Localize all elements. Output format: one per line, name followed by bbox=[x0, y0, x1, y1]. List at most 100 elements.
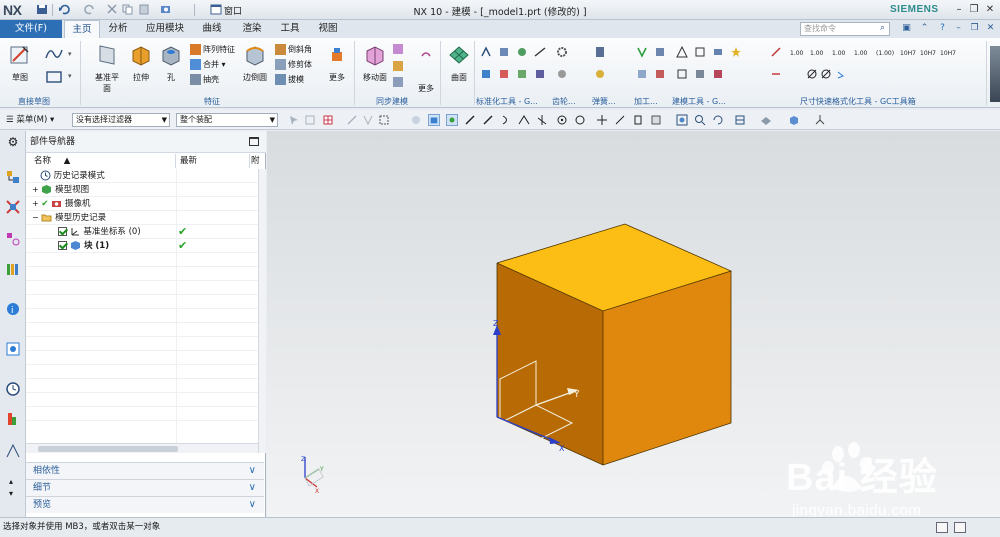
clock-icon[interactable] bbox=[5, 381, 21, 397]
chevron-down-icon[interactable]: ▾ bbox=[68, 50, 72, 58]
rotate-view-icon[interactable] bbox=[712, 114, 724, 126]
std-tool-icon[interactable] bbox=[534, 46, 546, 58]
fit-view-icon[interactable] bbox=[676, 114, 688, 126]
star-icon[interactable] bbox=[730, 46, 742, 58]
offset-region-icon[interactable] bbox=[392, 60, 404, 72]
edge-select-icon[interactable] bbox=[464, 114, 476, 126]
snap-option-icon[interactable] bbox=[650, 114, 662, 126]
tab-home[interactable]: 主页 bbox=[64, 20, 100, 38]
constraint-navigator-icon[interactable] bbox=[5, 199, 21, 215]
panel-preview[interactable]: 预览 ∨ bbox=[26, 496, 264, 513]
tab-curve[interactable]: 曲线 bbox=[196, 20, 228, 38]
tab-analysis[interactable]: 分析 bbox=[102, 20, 134, 38]
std-tool-icon[interactable] bbox=[480, 46, 492, 58]
tree-item-model-views[interactable]: + 模型视图 bbox=[26, 183, 258, 197]
intersection-snap-icon[interactable] bbox=[536, 114, 548, 126]
tree-item-model-history[interactable]: − 模型历史记录 bbox=[26, 211, 258, 225]
draft-button[interactable]: 拔模 bbox=[275, 73, 304, 86]
modeling-tool-icon[interactable] bbox=[676, 68, 688, 80]
select-tool-icon[interactable] bbox=[378, 114, 390, 126]
pattern-feature-button[interactable]: 阵列特征 bbox=[190, 43, 235, 56]
column-header-extra[interactable]: 附 bbox=[250, 154, 260, 168]
dimension-tool-icon[interactable] bbox=[770, 68, 782, 80]
part-navigator-icon[interactable] bbox=[5, 231, 21, 247]
assembly-navigator-icon[interactable] bbox=[5, 169, 21, 185]
help-panel-icon[interactable]: ▣ bbox=[900, 22, 913, 35]
hole-button[interactable]: 孔 bbox=[156, 43, 186, 83]
sketch-rectangle-icon[interactable] bbox=[44, 69, 64, 85]
std-tool-icon[interactable] bbox=[498, 68, 510, 80]
expand-icon[interactable]: + bbox=[32, 199, 39, 208]
sketch-curve-icon[interactable] bbox=[44, 46, 64, 62]
close-icon[interactable]: ✕ bbox=[983, 3, 997, 16]
std-tool-icon[interactable] bbox=[480, 68, 492, 80]
midpoint-snap-icon[interactable] bbox=[518, 114, 530, 126]
expand-icon[interactable]: + bbox=[32, 185, 39, 194]
scrollbar-thumb[interactable] bbox=[38, 446, 178, 452]
modeling-tool-icon[interactable] bbox=[712, 46, 724, 58]
modeling-tool-icon[interactable] bbox=[712, 68, 724, 80]
triangle-icon[interactable] bbox=[676, 46, 688, 58]
machining-icon[interactable] bbox=[636, 68, 648, 80]
minimize-icon[interactable]: – bbox=[952, 3, 966, 16]
replace-face-icon[interactable] bbox=[392, 43, 404, 55]
chamfer-button[interactable]: 倒斜角 bbox=[275, 43, 312, 56]
dimension-format-icons[interactable]: 1.00 1.00 1.00 1.00 (1.00) 10H7 10H7 10H7 bbox=[790, 46, 960, 58]
modeling-tool-icon[interactable] bbox=[694, 68, 706, 80]
shaded-cube-icon[interactable] bbox=[788, 114, 800, 126]
curve-select-icon[interactable] bbox=[482, 114, 494, 126]
reuse-library-icon[interactable] bbox=[5, 261, 21, 277]
move-face-button[interactable]: 移动面 bbox=[360, 43, 390, 83]
system-scenes-icon[interactable] bbox=[5, 443, 21, 459]
point-snap-icon[interactable] bbox=[596, 114, 608, 126]
history-palette-icon[interactable] bbox=[5, 341, 21, 357]
web-browser-icon[interactable]: i bbox=[5, 301, 21, 317]
unite-button[interactable]: 合并 ▾ bbox=[190, 58, 226, 71]
gear-icon[interactable] bbox=[556, 68, 568, 80]
type-filter-select[interactable]: 没有选择过滤器 ▼ bbox=[72, 113, 170, 127]
help-icon[interactable]: ? bbox=[936, 22, 949, 35]
tree-item-history-mode[interactable]: 历史记录模式 bbox=[26, 169, 258, 183]
surface-button[interactable]: 曲面 bbox=[444, 43, 474, 83]
menu-button[interactable]: ☰ 菜单(M) ▾ bbox=[6, 113, 54, 125]
collapse-icon[interactable]: − bbox=[32, 213, 39, 222]
face-select-icon[interactable] bbox=[446, 114, 458, 126]
tab-render[interactable]: 渲染 bbox=[236, 20, 268, 38]
select-tool-icon[interactable] bbox=[410, 114, 422, 126]
machining-icon[interactable] bbox=[636, 46, 648, 58]
tangent-snap-icon[interactable] bbox=[614, 114, 626, 126]
vertical-scrollbar[interactable] bbox=[258, 169, 266, 453]
panel-dependencies[interactable]: 相依性 ∨ bbox=[26, 462, 264, 479]
diameter-icons[interactable] bbox=[806, 68, 846, 80]
more-sync-button[interactable]: 更多 bbox=[418, 82, 434, 95]
restore-icon[interactable]: ❐ bbox=[967, 3, 981, 16]
zoom-icon[interactable] bbox=[694, 114, 706, 126]
center-snap-icon[interactable] bbox=[556, 114, 568, 126]
orient-view-icon[interactable] bbox=[734, 114, 746, 126]
std-tool-icon[interactable] bbox=[534, 68, 546, 80]
render-style-icon[interactable] bbox=[760, 114, 772, 126]
view-triad-icon[interactable] bbox=[814, 114, 826, 126]
datum-plane-button[interactable]: 基准平面 bbox=[92, 43, 122, 94]
machining-icon[interactable] bbox=[654, 46, 666, 58]
tree-item-datum-csys[interactable]: 基准坐标系 (0) ✔ bbox=[26, 225, 258, 239]
edge-blend-button[interactable]: 边倒圆 bbox=[240, 43, 270, 83]
delete-face-icon[interactable] bbox=[392, 76, 404, 88]
visibility-checkbox[interactable] bbox=[58, 227, 67, 236]
quadrant-snap-icon[interactable] bbox=[574, 114, 586, 126]
std-tool-icon[interactable] bbox=[516, 46, 528, 58]
ribbon-scroll-handle[interactable] bbox=[990, 46, 1000, 102]
collapse-ribbon-icon[interactable]: ⌃ bbox=[918, 22, 931, 35]
std-tool-icon[interactable] bbox=[498, 46, 510, 58]
doc-minimize-icon[interactable]: – bbox=[952, 22, 965, 35]
spring-icon[interactable] bbox=[594, 46, 606, 58]
resize-blend-icon[interactable] bbox=[420, 50, 432, 62]
snap-point-icon[interactable] bbox=[322, 114, 334, 126]
assembly-scope-select[interactable]: 整个装配 ▼ bbox=[176, 113, 278, 127]
gear-icon[interactable]: ⚙ bbox=[5, 135, 21, 151]
spline-select-icon[interactable] bbox=[500, 114, 512, 126]
tab-applications[interactable]: 应用模块 bbox=[140, 20, 190, 38]
select-tool-icon[interactable] bbox=[362, 114, 374, 126]
tab-view[interactable]: 视图 bbox=[312, 20, 344, 38]
horizontal-scrollbar[interactable] bbox=[26, 443, 258, 453]
